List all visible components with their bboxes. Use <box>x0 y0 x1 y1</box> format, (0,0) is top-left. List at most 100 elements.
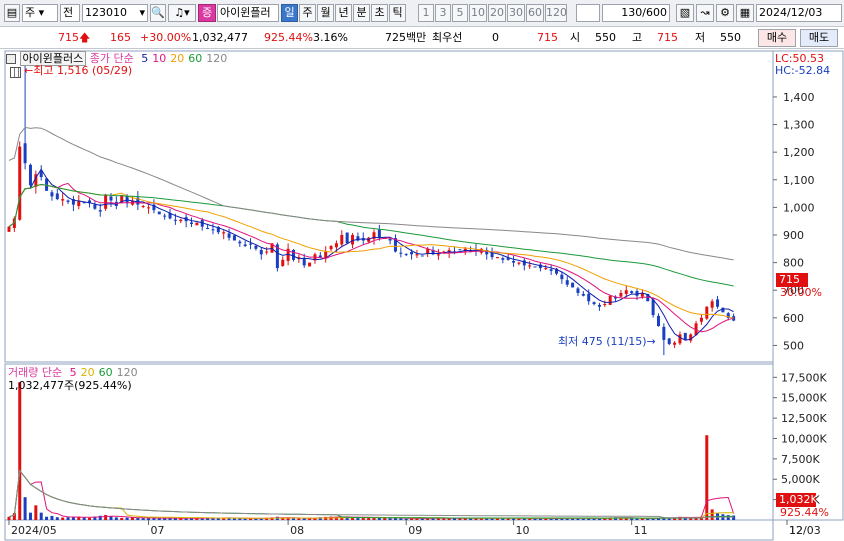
candle-body <box>104 194 108 209</box>
interval-7[interactable]: 120 <box>545 4 567 22</box>
candle-icon[interactable]: ▧ <box>676 4 694 22</box>
arrow-left-icon: ← <box>24 64 34 77</box>
pref-value: 0 <box>492 31 499 44</box>
price-value: 715 <box>58 31 79 44</box>
volume-bar <box>61 517 65 520</box>
interval-3[interactable]: 10 <box>469 4 487 22</box>
candle-body <box>7 226 11 232</box>
candle-body <box>254 245 258 249</box>
tab-period-4[interactable]: 분 <box>353 4 370 22</box>
mode-select[interactable]: 주 ▾ <box>22 4 58 22</box>
count-input[interactable]: 130/600 <box>602 4 670 22</box>
line-chart-icon[interactable]: ↝ <box>696 4 714 22</box>
candle-body <box>710 301 714 308</box>
candle-body <box>656 315 660 327</box>
price-tick-label: 1,000 <box>783 201 815 214</box>
candle-body <box>147 207 151 209</box>
candle-body <box>436 254 440 256</box>
candle-body <box>410 252 414 255</box>
interval-2[interactable]: 5 <box>452 4 468 22</box>
legend-box-icon <box>6 54 16 64</box>
grid-icon[interactable] <box>10 67 21 82</box>
stock-chart[interactable]: 5006007008009001,0001,1001,2001,3001,400… <box>0 50 844 541</box>
mode-select-value: 주 <box>25 6 36 19</box>
candle-body <box>549 269 553 271</box>
price-ma-list: 5 10 20 60 120 <box>137 52 227 65</box>
menu-icon[interactable]: ▤ <box>4 4 20 22</box>
x-axis <box>4 519 774 541</box>
interval-input[interactable] <box>576 4 600 22</box>
candle-body <box>351 234 355 245</box>
candle-body <box>533 266 537 268</box>
candle-body <box>238 241 242 244</box>
volume-bar <box>50 515 54 520</box>
date-input[interactable]: 2024/12/03 <box>756 4 842 22</box>
candle-body <box>157 211 161 215</box>
tab-period-5[interactable]: 초 <box>371 4 388 22</box>
high-label: 고 <box>632 31 643 44</box>
volume-bar <box>705 435 709 520</box>
sell-button[interactable]: 매도 <box>800 29 838 47</box>
volume-bar <box>45 516 49 520</box>
volume-bar <box>109 516 113 520</box>
tab-period-0[interactable]: 일 <box>281 4 298 22</box>
candle-body <box>581 293 585 296</box>
gear-icon[interactable]: ⚙ <box>716 4 734 22</box>
interval-4[interactable]: 20 <box>488 4 506 22</box>
volume-ma-list: 5 20 60 120 <box>66 366 138 379</box>
candle-body <box>673 342 677 345</box>
volume-bar <box>28 512 32 520</box>
volume-bar <box>157 518 161 520</box>
candle-body <box>571 282 575 288</box>
chevron-down-icon: ▾ <box>139 6 145 19</box>
calendar-icon[interactable]: ▦ <box>736 4 754 22</box>
candle-body <box>592 302 596 305</box>
candle-body <box>340 234 344 245</box>
candle-body <box>667 338 671 345</box>
candle-body <box>18 146 22 220</box>
candle-body <box>721 307 725 313</box>
ask-price: 715 <box>537 31 558 44</box>
market-select[interactable]: 전 <box>60 4 80 22</box>
volume-bar <box>517 518 521 520</box>
volume-bar <box>66 517 70 520</box>
stock-name[interactable]: 아이윈플러 <box>217 4 279 22</box>
arrow-right-icon: → <box>646 335 656 348</box>
candle-body <box>281 259 285 266</box>
speaker-icon[interactable]: ♫▾ <box>168 4 196 22</box>
interval-0[interactable]: 1 <box>418 4 434 22</box>
volume-ma-3: 120 <box>116 366 138 379</box>
x-tick-label: 2024/05 <box>11 524 57 537</box>
x-tick-label: 10 <box>516 524 530 537</box>
candle-body <box>109 196 113 201</box>
candle-body <box>716 299 720 307</box>
search-icon[interactable]: 🔍 <box>150 4 166 22</box>
x-tick-label: 09 <box>408 524 422 537</box>
candle-body <box>388 238 392 241</box>
interval-1[interactable]: 3 <box>435 4 451 22</box>
quote-bar: 715🡅 165 +30.00% 1,032,477 925.44% 3.16%… <box>0 27 844 49</box>
interval-5[interactable]: 30 <box>507 4 525 22</box>
volume-bar <box>34 505 38 520</box>
interval-6[interactable]: 60 <box>526 4 544 22</box>
volume-bar <box>39 512 43 520</box>
buy-button[interactable]: 매수 <box>758 29 796 47</box>
volume-legend-label: 거래량 <box>8 366 39 379</box>
candle-body <box>560 274 564 280</box>
tab-period-6[interactable]: 틱 <box>389 4 406 22</box>
tab-period-1[interactable]: 주 <box>299 4 316 22</box>
candle-body <box>190 222 193 224</box>
candle-body <box>587 293 591 302</box>
current-price: 715🡅 <box>58 31 90 45</box>
candle-body <box>61 199 65 201</box>
price-tick-label: 600 <box>783 312 804 325</box>
stock-code-value: 123010 <box>85 6 127 19</box>
grid-icon-shape <box>10 67 21 78</box>
candle-body <box>528 265 532 267</box>
candle-body <box>608 295 612 305</box>
price-tick-label: 900 <box>783 229 804 242</box>
stock-code-input[interactable]: 123010 ▾ <box>82 4 148 22</box>
tab-period-2[interactable]: 월 <box>317 4 334 22</box>
tab-period-3[interactable]: 년 <box>335 4 352 22</box>
volume-bar <box>147 518 151 520</box>
